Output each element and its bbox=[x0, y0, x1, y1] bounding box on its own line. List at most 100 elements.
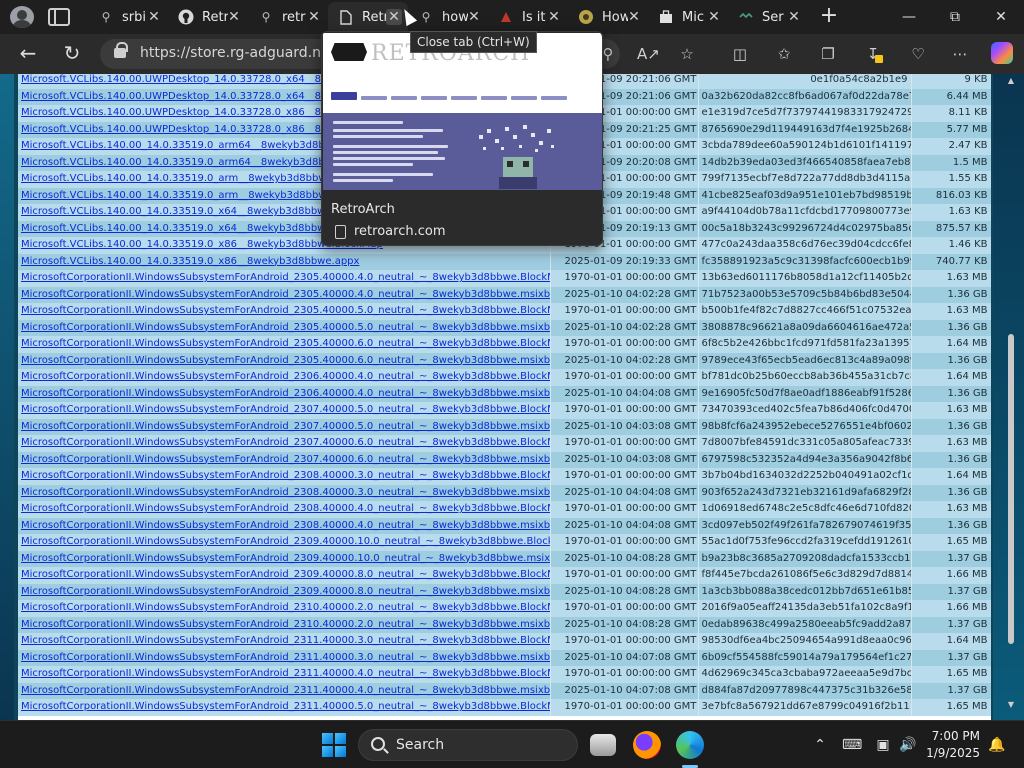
taskbar-search[interactable]: Search bbox=[358, 729, 578, 761]
maximize-icon[interactable]: ⧉ bbox=[944, 6, 966, 28]
favorites-icon[interactable]: ✩ bbox=[773, 43, 795, 65]
lock-icon[interactable] bbox=[114, 42, 128, 58]
url-text[interactable]: https://store.rg-adguard.net bbox=[140, 45, 335, 61]
firefox-icon[interactable] bbox=[633, 731, 661, 759]
close-icon[interactable]: ✕ bbox=[546, 9, 562, 25]
new-tab-button[interactable]: + bbox=[818, 5, 840, 28]
close-icon[interactable]: ✕ bbox=[226, 9, 242, 25]
file-hash: 00c5a18b3243c99296724d4c02975ba85c3f353 bbox=[698, 220, 912, 237]
scroll-down-icon[interactable]: ▼ bbox=[1006, 700, 1016, 710]
browser-essentials-icon[interactable]: ♡ bbox=[907, 43, 929, 65]
file-size: 1.36 GB bbox=[911, 484, 991, 501]
file-link[interactable]: MicrosoftCorporationII.WindowsSubsystemF… bbox=[18, 699, 551, 716]
scroll-up-icon[interactable]: ▲ bbox=[1006, 76, 1016, 86]
file-link[interactable]: MicrosoftCorporationII.WindowsSubsystemF… bbox=[18, 534, 551, 551]
table-row: MicrosoftCorporationII.WindowsSubsystemF… bbox=[18, 336, 991, 353]
file-link[interactable]: MicrosoftCorporationII.WindowsSubsystemF… bbox=[18, 402, 551, 419]
file-link[interactable]: MicrosoftCorporationII.WindowsSubsystemF… bbox=[18, 435, 551, 452]
tab-label: srbi bbox=[122, 9, 146, 25]
favorite-star-icon[interactable]: ☆ bbox=[676, 43, 698, 65]
read-aloud-icon[interactable]: A↗ bbox=[637, 43, 660, 65]
tab-is-it[interactable]: Is it ✕ bbox=[488, 2, 568, 32]
file-hash: 2016f9a05eaff24135da3eb51fa102c8a9f12c20 bbox=[698, 600, 912, 617]
split-screen-icon[interactable]: ◫ bbox=[729, 43, 751, 65]
edge-icon[interactable] bbox=[676, 731, 704, 759]
file-link[interactable]: MicrosoftCorporationII.WindowsSubsystemF… bbox=[18, 501, 551, 518]
file-size: 5.77 MB bbox=[911, 121, 991, 138]
file-link[interactable]: MicrosoftCorporationII.WindowsSubsystemF… bbox=[18, 303, 551, 320]
close-icon[interactable]: ✕ bbox=[306, 9, 322, 25]
minimize-icon[interactable]: — bbox=[898, 6, 920, 28]
file-link[interactable]: MicrosoftCorporationII.WindowsSubsystemF… bbox=[18, 451, 551, 468]
profile-avatar-icon[interactable] bbox=[10, 6, 34, 28]
tab-srbi[interactable]: ⚲ srbi ✕ bbox=[88, 2, 168, 32]
file-hash: 6b09cf554588fc59014a79a179564ef1c27c77df bbox=[698, 649, 912, 666]
table-row: MicrosoftCorporationII.WindowsSubsystemF… bbox=[18, 270, 991, 287]
back-icon[interactable]: ← bbox=[16, 42, 40, 66]
tab-hover-preview[interactable]: RETROARCH RetroArch retroarch.com bbox=[321, 31, 603, 246]
thumbnail-nav bbox=[331, 85, 595, 100]
file-link[interactable]: MicrosoftCorporationII.WindowsSubsystemF… bbox=[18, 369, 551, 386]
file-link[interactable]: MicrosoftCorporationII.WindowsSubsystemF… bbox=[18, 583, 551, 600]
file-hash: 14db2b39eda03ed3f466540858faea7eb8ccf76 bbox=[698, 154, 912, 171]
close-window-icon[interactable]: ✕ bbox=[990, 6, 1012, 28]
tab-microsoft-store[interactable]: Mic ✕ bbox=[648, 2, 728, 32]
file-link[interactable]: MicrosoftCorporationII.WindowsSubsystemF… bbox=[18, 336, 551, 353]
file-link[interactable]: MicrosoftCorporationII.WindowsSubsystemF… bbox=[18, 550, 551, 567]
file-link[interactable]: MicrosoftCorporationII.WindowsSubsystemF… bbox=[18, 468, 551, 485]
tab-retr-search[interactable]: ⚲ retr ✕ bbox=[248, 2, 328, 32]
file-link[interactable]: MicrosoftCorporationII.WindowsSubsystemF… bbox=[18, 649, 551, 666]
close-icon[interactable]: ✕ bbox=[786, 9, 802, 25]
windows-start-icon[interactable] bbox=[322, 733, 346, 757]
tab-how-globe[interactable]: How ✕ bbox=[568, 2, 648, 32]
network-icon[interactable]: ▣ bbox=[873, 735, 893, 755]
tab-services[interactable]: Ser ✕ bbox=[728, 2, 808, 32]
close-icon[interactable]: ✕ bbox=[706, 9, 722, 25]
file-hash: 73470393ced402c5fea7b86d406fc0d4700d03b2 bbox=[698, 402, 912, 419]
file-link[interactable]: MicrosoftCorporationII.WindowsSubsystemF… bbox=[18, 270, 551, 287]
collections-icon[interactable]: ❐ bbox=[817, 43, 839, 65]
scrollbar[interactable]: ▲ ▼ bbox=[1004, 76, 1018, 716]
table-row: MicrosoftCorporationII.WindowsSubsystemF… bbox=[18, 286, 991, 303]
file-link[interactable]: MicrosoftCorporationII.WindowsSubsystemF… bbox=[18, 418, 551, 435]
file-link[interactable]: MicrosoftCorporationII.WindowsSubsystemF… bbox=[18, 616, 551, 633]
file-link[interactable]: MicrosoftCorporationII.WindowsSubsystemF… bbox=[18, 633, 551, 650]
close-icon[interactable]: ✕ bbox=[466, 9, 482, 25]
keyboard-icon[interactable]: ⌨ bbox=[842, 735, 862, 755]
refresh-icon[interactable]: ↻ bbox=[60, 42, 84, 66]
file-link[interactable]: MicrosoftCorporationII.WindowsSubsystemF… bbox=[18, 484, 551, 501]
volume-icon[interactable]: 🔊 bbox=[898, 735, 918, 755]
file-link[interactable]: MicrosoftCorporationII.WindowsSubsystemF… bbox=[18, 517, 551, 534]
file-link[interactable]: MicrosoftCorporationII.WindowsSubsystemF… bbox=[18, 600, 551, 617]
file-hash: 41cbe825eaf03d9a951e101eb7bd98519bd7fda2 bbox=[698, 187, 912, 204]
scrollbar-thumb[interactable] bbox=[1008, 334, 1014, 644]
clock-date[interactable]: 1/9/2025 bbox=[925, 746, 980, 760]
tab-retroarch[interactable]: Retr ✕ bbox=[328, 2, 408, 32]
file-explorer-icon[interactable] bbox=[590, 734, 616, 756]
file-link[interactable]: Microsoft.VCLibs.140.00_14.0.33519.0_x86… bbox=[18, 253, 551, 270]
show-hidden-icons-icon[interactable]: ⌃ bbox=[810, 735, 830, 755]
close-icon[interactable]: ✕ bbox=[626, 9, 642, 25]
file-size: 1.65 MB bbox=[911, 666, 991, 683]
tab-retr-github[interactable]: Retr ✕ bbox=[168, 2, 248, 32]
file-link[interactable]: MicrosoftCorporationII.WindowsSubsystemF… bbox=[18, 385, 551, 402]
copilot-icon[interactable] bbox=[991, 42, 1013, 64]
file-hash: d884fa87d20977898c447375c31b326e581e981b bbox=[698, 682, 912, 699]
clock-time[interactable]: 7:00 PM bbox=[930, 729, 980, 743]
settings-more-icon[interactable]: ⋯ bbox=[949, 43, 971, 65]
notification-bell-icon[interactable]: 🔔 bbox=[987, 735, 1007, 755]
file-link[interactable]: MicrosoftCorporationII.WindowsSubsystemF… bbox=[18, 567, 551, 584]
file-link[interactable]: MicrosoftCorporationII.WindowsSubsystemF… bbox=[18, 286, 551, 303]
file-link[interactable]: MicrosoftCorporationII.WindowsSubsystemF… bbox=[18, 666, 551, 683]
file-link[interactable]: MicrosoftCorporationII.WindowsSubsystemF… bbox=[18, 682, 551, 699]
file-hash: 0edab89638c499a2580eeab5fc9add2a8745afd8 bbox=[698, 616, 912, 633]
tab-actions-icon[interactable] bbox=[48, 8, 70, 26]
tab-how-search[interactable]: ⚲ how ✕ bbox=[408, 2, 488, 32]
file-date: 1970-01-01 00:00:00 GMT bbox=[550, 336, 699, 353]
file-date: 1970-01-01 00:00:00 GMT bbox=[550, 435, 699, 452]
tab-label: Mic bbox=[682, 9, 704, 25]
file-link[interactable]: MicrosoftCorporationII.WindowsSubsystemF… bbox=[18, 319, 551, 336]
close-icon[interactable]: ✕ bbox=[146, 9, 162, 25]
file-link[interactable]: MicrosoftCorporationII.WindowsSubsystemF… bbox=[18, 352, 551, 369]
table-row: MicrosoftCorporationII.WindowsSubsystemF… bbox=[18, 352, 991, 369]
